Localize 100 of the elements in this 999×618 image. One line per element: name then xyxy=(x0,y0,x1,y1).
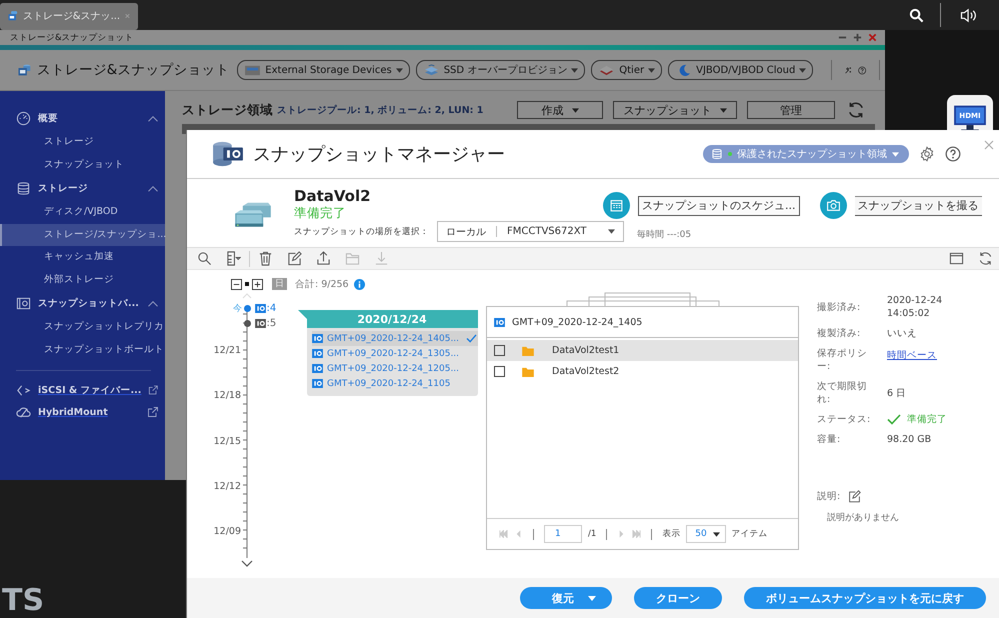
help-icon[interactable] xyxy=(945,146,961,162)
sidebar-item[interactable]: ディスク/VJBOD xyxy=(0,201,165,224)
maximize-icon[interactable] xyxy=(853,33,862,42)
file-row[interactable]: DataVol2test1 xyxy=(487,340,798,361)
caret-icon xyxy=(396,68,403,72)
description-text: 説明がありません xyxy=(827,512,900,524)
toolbar-dropdown[interactable]: SSD オーバープロビジョン xyxy=(416,60,586,80)
search-icon[interactable] xyxy=(197,251,212,266)
snapshot-icon xyxy=(312,364,323,373)
caret-icon xyxy=(588,596,596,600)
snapshot-icon xyxy=(312,349,323,358)
detail-label: ステータス: xyxy=(817,413,872,426)
trash-icon[interactable] xyxy=(258,251,273,266)
edit-icon[interactable] xyxy=(287,251,302,266)
folder-icon xyxy=(522,346,534,356)
layers-icon xyxy=(598,64,616,76)
timeline-node[interactable] xyxy=(244,305,250,312)
action-button[interactable]: 復元 xyxy=(520,587,612,609)
refresh-icon[interactable] xyxy=(847,101,865,119)
vault-icon xyxy=(16,296,31,311)
date-label: 12/09 xyxy=(214,526,241,537)
policy-link[interactable]: 時間ベース xyxy=(887,349,967,371)
detail-value: 6 日 xyxy=(887,386,908,400)
snapshot-item[interactable]: GMT+09_2020-12-24_1305... xyxy=(312,346,478,361)
sidebar-item[interactable]: 外部ストレージ xyxy=(0,268,165,291)
sidebar-section[interactable]: スナップショットバ... xyxy=(0,291,165,316)
action-button[interactable]: ボリュームスナップショットを元に戻す xyxy=(744,587,986,609)
camera-icon xyxy=(820,192,846,219)
app-tab[interactable]: ストレージ&スナッ... xyxy=(0,2,138,30)
storage-summary: ストレージプール: 1, ボリューム: 2, LUN: 1 xyxy=(277,104,484,116)
snapshot-item[interactable]: GMT+09_2020-12-24_1205... xyxy=(312,361,478,376)
detail-value: 98.20 GB xyxy=(887,433,932,446)
take-snapshot-button[interactable]: スナップショットを撮る xyxy=(854,196,982,216)
sidebar-link[interactable]: HybridMount xyxy=(0,401,165,423)
sidebar-section[interactable]: ストレージ xyxy=(0,176,165,201)
detail-value: 2020-12-24 14:05:02 xyxy=(887,294,944,320)
action-button[interactable]: 管理 xyxy=(747,101,835,119)
date-label: 12/18 xyxy=(214,390,241,402)
detail-label: 撮影済み: xyxy=(817,300,862,314)
snapshot-manager-icon xyxy=(211,140,245,168)
page-input[interactable]: 1 xyxy=(544,525,582,543)
timeline-node[interactable] xyxy=(244,320,250,327)
external-link-icon xyxy=(148,384,159,396)
toolbar-dropdown[interactable]: VJBOD/VJBOD Cloud xyxy=(668,60,814,80)
detail-value: 準備完了 xyxy=(907,413,947,426)
date-label: 12/12 xyxy=(214,480,241,492)
snapshot-icon xyxy=(312,334,323,343)
toolbar-dropdown[interactable]: Qtier xyxy=(591,60,662,80)
expand-icon[interactable] xyxy=(252,278,263,290)
snapshot-item[interactable]: GMT+09_2020-12-24_1105 xyxy=(312,376,478,391)
node-count: :5 xyxy=(266,318,276,329)
chevron-icon xyxy=(147,114,159,122)
caret-icon xyxy=(572,108,578,112)
collapse-icon[interactable] xyxy=(231,278,242,290)
detail-label: 保存ポリシー: xyxy=(817,347,868,373)
app-title: ストレージ&スナップショット xyxy=(36,61,230,79)
refresh-icon[interactable] xyxy=(978,251,993,266)
sidebar-item[interactable]: キャッシュ加速 xyxy=(0,246,165,268)
columns-icon[interactable] xyxy=(226,251,241,266)
panel-title: GMT+09_2020-12-24_1405 xyxy=(512,316,642,328)
detail-label: 複製済み: xyxy=(817,327,862,340)
action-button[interactable]: スナップショット xyxy=(613,101,737,119)
action-button[interactable]: クローン xyxy=(634,587,722,609)
location-label: スナップショットの場所を選択： xyxy=(294,226,429,238)
section-heading: ストレージ領域 xyxy=(182,102,273,118)
chevron-down-icon[interactable] xyxy=(241,560,253,568)
detail-value: いいえ xyxy=(887,327,918,340)
calendar-icon xyxy=(603,192,630,219)
detail-label: 説明: xyxy=(817,490,840,503)
drive-icon xyxy=(244,64,262,76)
sidebar-item[interactable]: スナップショットレプリカ xyxy=(0,316,165,338)
sidebar-link[interactable]: iSCSI & ファイバー... xyxy=(0,379,165,401)
snapshot-total: 合計: 9/256 xyxy=(295,278,349,290)
caret-icon xyxy=(720,108,726,112)
edit-icon[interactable] xyxy=(848,490,862,503)
speaker-icon[interactable] xyxy=(959,8,979,22)
location-select[interactable]: ローカル FMCCTVS672XT xyxy=(437,221,624,242)
sidebar-item[interactable]: ストレージ xyxy=(0,131,165,154)
settings-icon[interactable] xyxy=(919,146,935,162)
per-page-select[interactable]: 50 xyxy=(686,525,726,543)
popup-date: 2020/12/24 xyxy=(357,312,427,326)
external-link-icon xyxy=(147,406,159,418)
sidebar-section[interactable]: 概要 xyxy=(0,106,165,131)
node-count: :4 xyxy=(266,303,276,314)
action-button[interactable]: 作成 xyxy=(517,101,603,119)
sidebar-item[interactable]: スナップショット xyxy=(0,154,165,176)
window-icon[interactable] xyxy=(949,251,964,266)
file-row[interactable]: DataVol2test2 xyxy=(487,361,798,382)
checkbox[interactable] xyxy=(494,345,505,356)
caret-icon xyxy=(799,68,806,72)
sidebar-item[interactable]: スナップショットボールト xyxy=(0,338,165,361)
schedule-button[interactable]: スナップショットのスケジュ... xyxy=(638,196,800,216)
snapshot-icon xyxy=(494,318,505,326)
toolbar-dropdown[interactable]: External Storage Devices xyxy=(237,60,410,80)
info-icon[interactable] xyxy=(354,278,365,290)
caret-icon xyxy=(892,152,899,156)
upload-icon[interactable] xyxy=(316,251,331,266)
schedule-note: 毎時間 ---:05 xyxy=(637,228,692,241)
chevron-icon xyxy=(147,184,159,192)
checkbox[interactable] xyxy=(494,366,505,377)
